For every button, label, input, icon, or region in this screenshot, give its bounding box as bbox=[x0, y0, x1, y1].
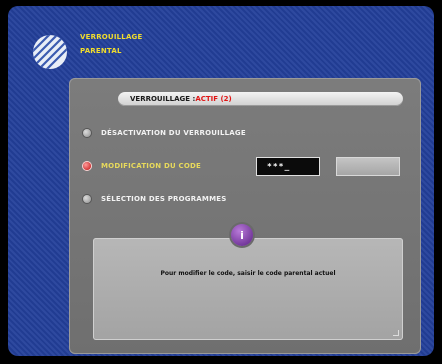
option-program-selection[interactable]: SÉLECTION DES PROGRAMMES bbox=[83, 195, 226, 203]
globe-logo-icon bbox=[33, 35, 67, 69]
radio-bullet-selected-icon bbox=[83, 162, 91, 170]
info-message: Pour modifier le code, saisir le code pa… bbox=[160, 270, 336, 277]
title-line-1: VERROUILLAGE bbox=[80, 33, 143, 41]
option-disable-lock[interactable]: DÉSACTIVATION DU VERROUILLAGE bbox=[83, 129, 246, 137]
status-state: ACTIF (2) bbox=[195, 95, 232, 103]
lock-status-bar: VERROUILLAGE : ACTIF (2) bbox=[118, 92, 403, 106]
title-line-2: PARENTAL bbox=[80, 47, 122, 55]
info-box: Pour modifier le code, saisir le code pa… bbox=[93, 238, 403, 340]
option-label: SÉLECTION DES PROGRAMMES bbox=[101, 195, 227, 203]
info-icon: i bbox=[231, 224, 253, 246]
radio-bullet-icon bbox=[83, 195, 91, 203]
tv-screen: VERROUILLAGE PARENTAL VERROUILLAGE : ACT… bbox=[8, 6, 434, 356]
option-label: DÉSACTIVATION DU VERROUILLAGE bbox=[101, 129, 246, 137]
code-input[interactable]: ***_ bbox=[257, 158, 319, 175]
lock-panel: VERROUILLAGE : ACTIF (2) DÉSACTIVATION D… bbox=[69, 78, 421, 354]
resize-grip-icon bbox=[393, 330, 399, 336]
radio-bullet-icon bbox=[83, 129, 91, 137]
code-confirm-input[interactable] bbox=[337, 158, 399, 175]
option-modify-code[interactable]: MODIFICATION DU CODE bbox=[83, 162, 201, 170]
page-title: VERROUILLAGE PARENTAL bbox=[80, 30, 143, 58]
status-prefix: VERROUILLAGE : bbox=[130, 95, 196, 103]
option-label: MODIFICATION DU CODE bbox=[101, 162, 201, 170]
